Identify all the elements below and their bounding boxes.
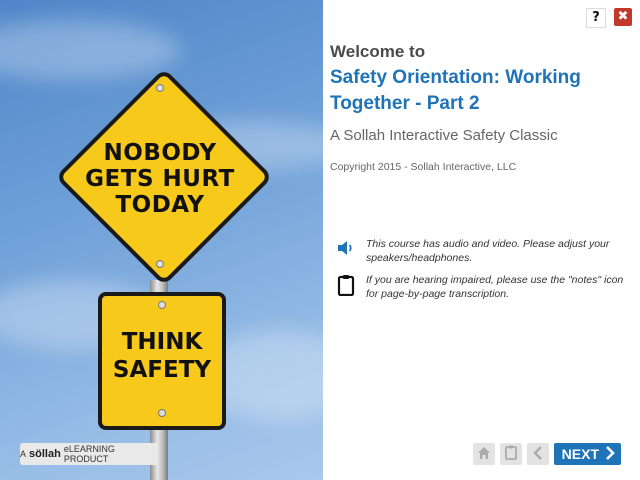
note-audio: This course has audio and video. Please … xyxy=(336,237,631,265)
navigation-bar: NEXT xyxy=(472,443,621,465)
clipboard-icon xyxy=(336,273,356,296)
course-title: Safety Orientation: Working Together - P… xyxy=(330,67,581,114)
title-block: Welcome to Safety Orientation: Working T… xyxy=(330,42,630,173)
help-button[interactable]: ? xyxy=(586,8,606,28)
help-icon: ? xyxy=(592,10,600,25)
window-controls: ? ✖ xyxy=(586,8,632,28)
bolt xyxy=(158,301,166,309)
clipboard-icon xyxy=(504,445,517,464)
close-icon: ✖ xyxy=(617,9,629,24)
square-sign-text: THINK SAFETY xyxy=(102,328,222,384)
course-notes: This course has audio and video. Please … xyxy=(336,237,631,309)
chevron-left-icon xyxy=(532,445,544,464)
badge-suffix: eLEARNING PRODUCT xyxy=(63,444,115,464)
next-button[interactable]: NEXT xyxy=(553,443,621,465)
diamond-line-3: TODAY xyxy=(115,192,205,218)
back-button[interactable] xyxy=(526,443,549,465)
badge-brand: söllah xyxy=(29,448,61,460)
home-button[interactable] xyxy=(472,443,495,465)
diamond-sign: NOBODY GETS HURT TODAY xyxy=(55,68,273,286)
square-line-1: THINK xyxy=(121,329,203,355)
elearning-badge: A söllah eLEARNING PRODUCT xyxy=(20,443,158,465)
next-label: NEXT xyxy=(561,446,599,462)
speaker-icon xyxy=(336,237,356,258)
bolt xyxy=(156,260,164,268)
diamond-line-1: NOBODY xyxy=(103,140,217,166)
square-line-2: SAFETY xyxy=(112,357,212,383)
diamond-line-2: GETS HURT xyxy=(85,166,235,192)
badge-prefix: A xyxy=(20,449,27,459)
course-subtitle: A Sollah Interactive Safety Classic xyxy=(330,127,558,144)
content-panel: ? ✖ Welcome to Safety Orientation: Worki… xyxy=(323,0,640,480)
note-transcription: If you are hearing impaired, please use … xyxy=(336,273,631,301)
bolt xyxy=(158,409,166,417)
note-audio-text: This course has audio and video. Please … xyxy=(366,238,610,264)
chevron-right-icon xyxy=(605,445,615,463)
hero-image: NOBODY GETS HURT TODAY THINK SAFETY A sö… xyxy=(0,0,323,480)
bolt xyxy=(156,84,164,92)
copyright-text: Copyright 2015 - Sollah Interactive, LLC xyxy=(330,161,517,173)
welcome-text: Welcome to xyxy=(330,42,426,61)
square-sign: THINK SAFETY xyxy=(98,292,226,430)
home-icon xyxy=(477,445,491,464)
notes-button[interactable] xyxy=(499,443,522,465)
diamond-sign-text: NOBODY GETS HURT TODAY xyxy=(57,140,263,218)
note-transcription-text: If you are hearing impaired, please use … xyxy=(366,274,624,300)
close-button[interactable]: ✖ xyxy=(614,8,632,26)
